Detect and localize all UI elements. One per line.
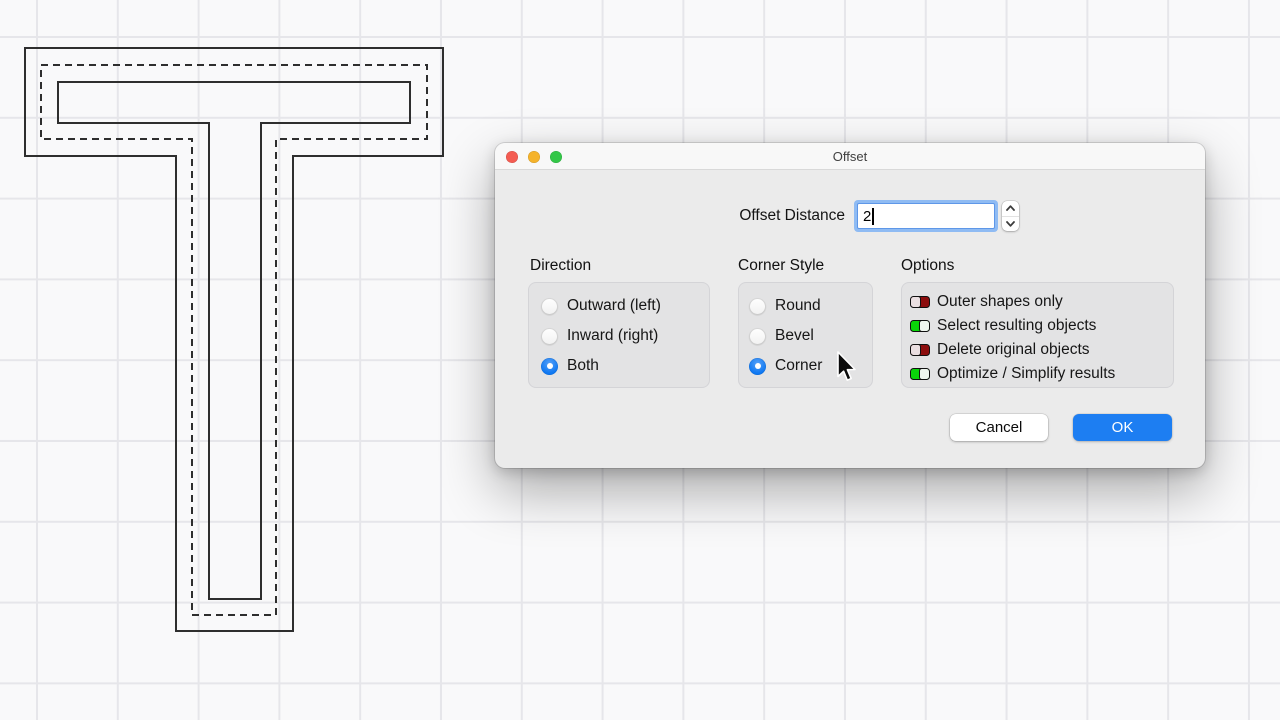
direction-section-label: Direction [530,257,591,275]
radio-selected-icon [749,358,766,375]
radio-label: Round [775,297,821,315]
radio-icon [749,298,766,315]
options-groupbox: Outer shapes only Select resulting objec… [901,282,1174,388]
corner-style-section-label: Corner Style [738,257,824,275]
radio-label: Outward (left) [567,297,661,315]
chevron-down-icon [1006,221,1015,227]
radio-round[interactable]: Round [749,296,821,316]
offset-distance-value: 2 [863,208,871,225]
toggle-knob [920,369,929,379]
dialog-title: Offset [495,143,1205,170]
options-section-label: Options [901,257,954,275]
toggle-knob [920,321,929,331]
radio-icon [749,328,766,345]
stepper-up-button[interactable] [1002,201,1019,216]
cancel-button[interactable]: Cancel [950,414,1048,441]
toggle-optimize-simplify-results[interactable]: Optimize / Simplify results [910,366,1115,382]
radio-label: Inward (right) [567,327,658,345]
toggle-knob [911,297,920,307]
radio-icon [541,298,558,315]
offset-distance-label: Offset Distance [645,207,845,225]
toggle-label: Outer shapes only [937,293,1063,311]
radio-selected-icon [541,358,558,375]
toggle-label: Select resulting objects [937,317,1096,335]
toggle-select-resulting-objects[interactable]: Select resulting objects [910,318,1096,334]
t-shape-inner-offset-outline[interactable] [58,82,410,599]
offset-dialog: Offset Offset Distance 2 Direction Corne… [495,143,1205,468]
dialog-titlebar[interactable]: Offset [495,143,1205,170]
corner-style-groupbox: Round Bevel Corner [738,282,873,388]
chevron-up-icon [1006,205,1015,211]
toggle-label: Optimize / Simplify results [937,365,1115,383]
stepper-down-button[interactable] [1002,217,1019,232]
radio-icon [541,328,558,345]
offset-distance-input[interactable]: 2 [854,200,998,232]
toggle-label: Delete original objects [937,341,1090,359]
ok-button[interactable]: OK [1073,414,1172,441]
direction-groupbox: Outward (left) Inward (right) Both [528,282,710,388]
radio-corner[interactable]: Corner [749,356,822,376]
radio-inward-right[interactable]: Inward (right) [541,326,658,346]
t-shape-outer-offset-outline[interactable] [25,48,443,631]
radio-label: Bevel [775,327,814,345]
toggle-knob [911,345,920,355]
radio-both[interactable]: Both [541,356,599,376]
radio-label: Both [567,357,599,375]
toggle-off-icon [910,296,930,308]
text-caret [872,208,874,225]
offset-distance-stepper [1002,201,1019,231]
toggle-delete-original-objects[interactable]: Delete original objects [910,342,1090,358]
t-shape-original-dashed-outline[interactable] [41,65,427,615]
radio-outward-left[interactable]: Outward (left) [541,296,661,316]
toggle-outer-shapes-only[interactable]: Outer shapes only [910,294,1063,310]
app-canvas: { "window": { "title": "Offset", "traffi… [0,0,1280,720]
radio-label: Corner [775,357,822,375]
radio-bevel[interactable]: Bevel [749,326,814,346]
toggle-on-icon [910,320,930,332]
toggle-on-icon [910,368,930,380]
toggle-off-icon [910,344,930,356]
